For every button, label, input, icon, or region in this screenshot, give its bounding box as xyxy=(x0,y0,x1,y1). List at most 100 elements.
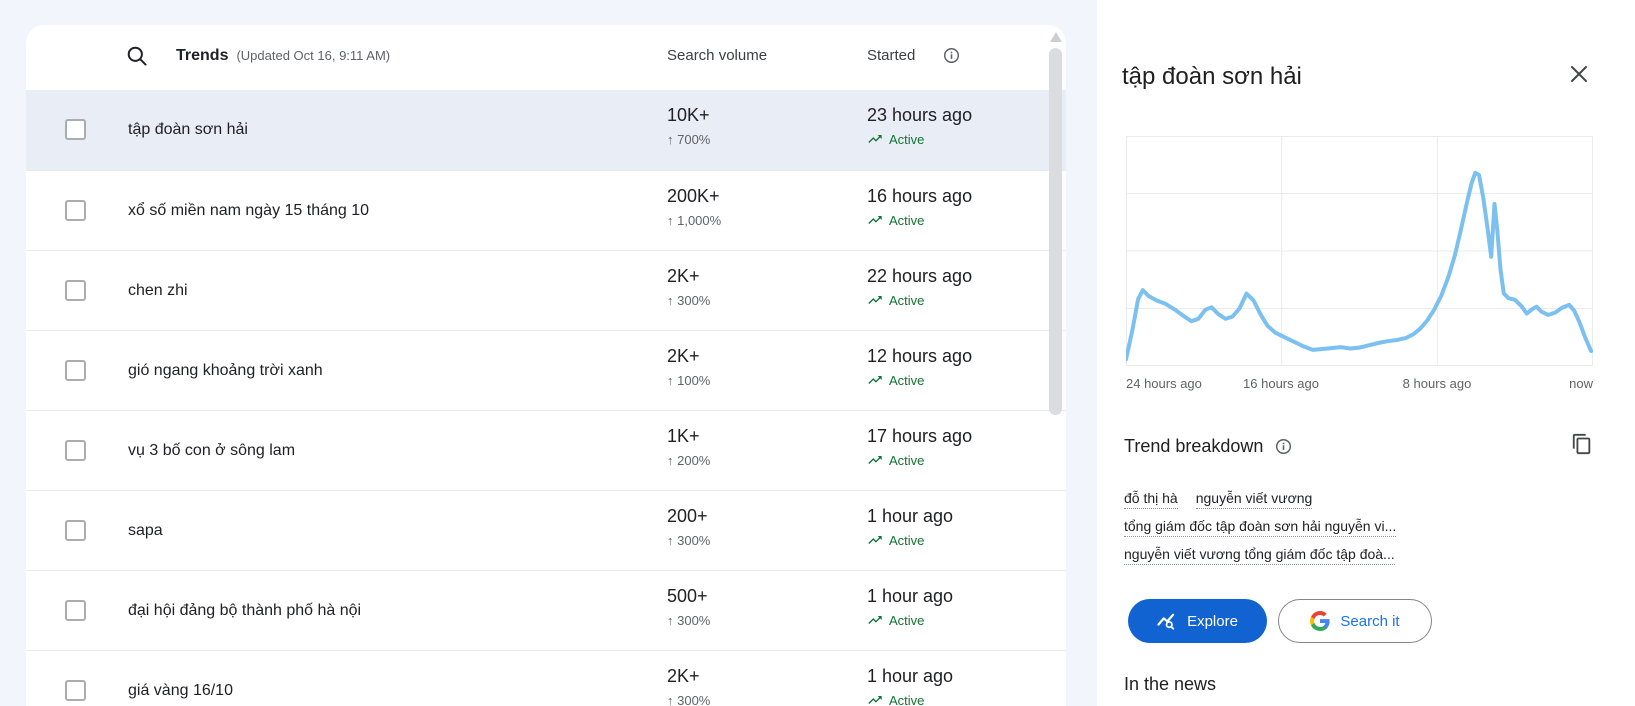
status-badge: Active xyxy=(867,532,953,548)
trending-searches-panel: Trends (Updated Oct 16, 9:11 AM) Search … xyxy=(26,25,1066,706)
info-icon[interactable] xyxy=(943,25,960,86)
breakdown-link[interactable]: tổng giám đốc tập đoàn sơn hải nguyễn vi… xyxy=(1124,518,1396,537)
copy-icon[interactable] xyxy=(1571,433,1595,457)
trend-term: tập đoàn sơn hải xyxy=(128,90,248,170)
search-it-button-label: Search it xyxy=(1340,613,1399,630)
trend-row[interactable]: gió ngang khoảng trời xanh2K+↑ 100%12 ho… xyxy=(26,330,1066,410)
google-g-icon xyxy=(1310,611,1330,631)
search-volume-cell: 200+ ↑ 300% xyxy=(667,505,710,549)
search-interest-line xyxy=(1126,173,1591,359)
trend-row[interactable]: tập đoàn sơn hải10K+↑ 700%23 hours agoAc… xyxy=(26,90,1066,170)
x-tick-now: now xyxy=(1569,376,1593,391)
row-checkbox[interactable] xyxy=(65,440,86,461)
search-volume-change: ↑ 200% xyxy=(667,453,710,469)
trends-explore-icon xyxy=(1157,611,1177,631)
row-checkbox[interactable] xyxy=(65,680,86,701)
status-badge: Active xyxy=(867,292,972,308)
search-icon[interactable] xyxy=(126,25,148,86)
trend-detail-panel: tập đoàn sơn hải 24 hours ago 16 hours a… xyxy=(1097,0,1635,706)
trend-row[interactable]: vụ 3 bố con ở sông lam 1K+ ↑ 200% 17 hours … xyxy=(26,410,1066,490)
status-label: Active xyxy=(889,132,924,147)
info-icon[interactable] xyxy=(1275,438,1292,455)
trending-up-icon xyxy=(867,131,883,147)
action-bar: Explore Search it xyxy=(1128,599,1432,643)
search-volume-cell: 2K+↑ 300% xyxy=(667,665,710,706)
started-time: 17 hours ago xyxy=(867,425,972,447)
trend-breakdown-header: Trend breakdown xyxy=(1124,436,1292,457)
trend-term: đại hội đảng bộ thành phố hà nội xyxy=(128,571,361,650)
status-badge: Active xyxy=(867,372,972,388)
search-volume-cell: 10K+ ↑ 700% xyxy=(667,104,710,148)
trending-up-icon xyxy=(867,612,883,628)
list-updated-timestamp: (Updated Oct 16, 9:11 AM) xyxy=(236,48,390,63)
row-checkbox[interactable] xyxy=(65,119,86,140)
row-checkbox[interactable] xyxy=(65,360,86,381)
close-icon[interactable] xyxy=(1567,62,1591,86)
status-label: Active xyxy=(889,213,924,228)
search-volume-cell: 500+↑ 300% xyxy=(667,585,710,629)
search-volume-change: ↑ 300% xyxy=(667,613,710,629)
started-time: 1 hour ago xyxy=(867,585,953,607)
search-it-button[interactable]: Search it xyxy=(1278,599,1432,643)
started-cell: 12 hours agoActive xyxy=(867,345,972,388)
started-time: 1 hour ago xyxy=(867,505,953,527)
status-badge: Active xyxy=(867,131,972,147)
status-label: Active xyxy=(889,453,924,468)
status-label: Active xyxy=(889,293,924,308)
trend-row[interactable]: xổ số miền nam ngày 15 tháng 10 200K+↑ 1,… xyxy=(26,170,1066,250)
breakdown-link[interactable]: đỗ thị hà xyxy=(1124,490,1178,509)
started-cell: 17 hours ago Active xyxy=(867,425,972,468)
trend-row[interactable]: chen zhi2K+↑ 300%22 hours agoActive xyxy=(26,250,1066,330)
scrollbar-up-arrow-icon[interactable] xyxy=(1050,32,1062,42)
search-volume-change: ↑ 1,000% xyxy=(667,213,721,229)
status-label: Active xyxy=(889,693,924,706)
explore-button-label: Explore xyxy=(1187,613,1238,630)
row-checkbox[interactable] xyxy=(65,520,86,541)
trend-breakdown-links: đỗ thị hà nguyễn viết vương tổng giám đốc … xyxy=(1124,490,1604,574)
search-volume-value: 2K+ xyxy=(667,665,710,687)
x-tick-8-hours-ago: 8 hours ago xyxy=(1403,376,1472,391)
trend-term: sapa xyxy=(128,491,163,570)
column-header-search-volume[interactable]: Search volume xyxy=(667,25,767,86)
status-label: Active xyxy=(889,373,924,388)
breakdown-link[interactable]: nguyễn viết vương xyxy=(1196,490,1313,509)
status-badge: Active xyxy=(867,452,972,468)
search-volume-value: 10K+ xyxy=(667,104,710,126)
explore-button[interactable]: Explore xyxy=(1128,599,1267,643)
breakdown-link-line: nguyễn viết vương tổng giám đốc tập đoà.… xyxy=(1124,546,1604,566)
breakdown-link-line: đỗ thị hà nguyễn viết vương xyxy=(1124,490,1604,510)
column-header-started[interactable]: Started xyxy=(867,25,915,86)
breakdown-link[interactable]: nguyễn viết vương tổng giám đốc tập đoà.… xyxy=(1124,546,1395,565)
search-volume-value: 1K+ xyxy=(667,425,710,447)
search-volume-value: 2K+ xyxy=(667,265,710,287)
trend-row[interactable]: đại hội đảng bộ thành phố hà nội 500+↑ 30… xyxy=(26,570,1066,650)
trend-detail-title: tập đoàn sơn hải xyxy=(1122,60,1302,94)
trend-row[interactable]: giá vàng 16/102K+↑ 300%1 hour agoActive xyxy=(26,650,1066,706)
status-badge: Active xyxy=(867,612,953,628)
search-volume-change: ↑ 300% xyxy=(667,533,710,549)
interest-over-time-chart xyxy=(1126,136,1593,366)
x-tick-24-hours-ago: 24 hours ago xyxy=(1126,376,1202,391)
started-cell: 16 hours agoActive xyxy=(867,185,972,228)
trend-term: gió ngang khoảng trời xanh xyxy=(128,331,323,410)
row-checkbox[interactable] xyxy=(65,200,86,221)
row-checkbox[interactable] xyxy=(65,600,86,621)
trending-up-icon xyxy=(867,452,883,468)
search-volume-value: 200+ xyxy=(667,505,710,527)
started-cell: 22 hours agoActive xyxy=(867,265,972,308)
search-volume-change: ↑ 700% xyxy=(667,132,710,148)
trend-term: xổ số miền nam ngày 15 tháng 10 xyxy=(128,171,369,250)
trend-row[interactable]: sapa 200+ ↑ 300% 1 hour ago Active xyxy=(26,490,1066,570)
scrollbar-thumb[interactable] xyxy=(1049,48,1062,415)
trending-up-icon xyxy=(867,532,883,548)
trend-term: chen zhi xyxy=(128,251,188,330)
row-checkbox[interactable] xyxy=(65,280,86,301)
trending-up-icon xyxy=(867,292,883,308)
trending-up-icon xyxy=(867,692,883,706)
trend-term: vụ 3 bố con ở sông lam xyxy=(128,411,295,490)
breakdown-link-line: tổng giám đốc tập đoàn sơn hải nguyễn vi… xyxy=(1124,518,1604,538)
search-volume-cell: 200K+↑ 1,000% xyxy=(667,185,721,229)
trends-row-list: tập đoàn sơn hải10K+↑ 700%23 hours agoAc… xyxy=(26,90,1066,706)
started-cell: 1 hour agoActive xyxy=(867,665,953,706)
status-label: Active xyxy=(889,613,924,628)
